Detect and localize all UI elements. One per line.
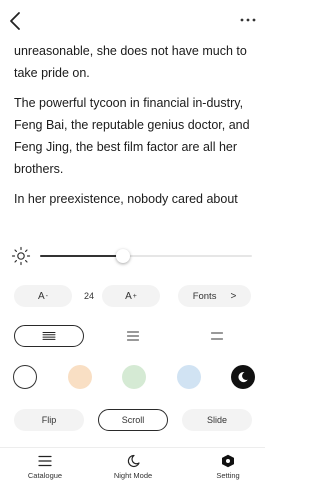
settings-icon [222, 454, 234, 468]
increase-font-label: A [125, 290, 132, 302]
fonts-label: Fonts [192, 290, 217, 302]
line-spacing-normal-button[interactable] [98, 325, 168, 347]
bottom-nav: Catalogue Night Mode Setting [0, 452, 265, 484]
increase-font-mark: + [132, 292, 137, 300]
catalogue-icon [38, 455, 52, 467]
back-icon[interactable] [6, 10, 26, 32]
reading-content: unreasonable, she does not have much to … [14, 40, 254, 218]
reading-paragraph: The powerful tycoon in financial in-dust… [14, 96, 250, 176]
compact-spacing-icon [42, 332, 56, 340]
nav-night-mode-label: Night Mode [113, 471, 153, 480]
nav-setting-label: Setting [216, 471, 240, 480]
page-mode-flip-button[interactable]: Flip [14, 409, 84, 431]
more-options-icon[interactable] [237, 12, 259, 28]
theme-dark-swatch[interactable] [231, 365, 255, 389]
reading-paragraph: In her preexistence, nobody cared about [14, 192, 238, 206]
chevron-right-icon: > [230, 290, 237, 302]
moon-icon [238, 372, 248, 383]
theme-green-swatch[interactable] [122, 365, 146, 389]
normal-spacing-icon [126, 331, 140, 341]
line-spacing-row [0, 325, 265, 349]
brightness-slider-thumb[interactable] [115, 249, 130, 263]
theme-blue-swatch[interactable] [177, 365, 201, 389]
reading-paragraph: unreasonable, she does not have much to … [14, 44, 247, 80]
decrease-font-button[interactable]: A- [14, 285, 72, 307]
theme-white-swatch[interactable] [13, 365, 37, 389]
font-size-row: A- 24 A + Fonts > [0, 285, 265, 309]
font-size-value: 24 [83, 291, 94, 301]
brightness-control [0, 243, 265, 269]
brightness-slider-fill [40, 255, 123, 257]
page-mode-slide-button[interactable]: Slide [182, 409, 252, 431]
page-mode-scroll-button[interactable]: Scroll [98, 409, 168, 431]
decrease-font-label: A [37, 290, 45, 302]
brightness-slider[interactable] [40, 249, 252, 263]
top-bar [0, 0, 265, 40]
line-spacing-compact-button[interactable] [14, 325, 84, 347]
line-spacing-loose-button[interactable] [182, 325, 252, 347]
nav-night-mode[interactable]: Night Mode [100, 452, 166, 484]
theme-color-row [0, 365, 265, 391]
increase-font-button[interactable]: A + [102, 285, 160, 307]
nav-catalogue-label: Catalogue [27, 471, 63, 480]
decrease-font-mark: - [45, 292, 48, 300]
brightness-icon [11, 246, 31, 266]
nav-catalogue[interactable]: Catalogue [12, 452, 78, 484]
nav-setting[interactable]: Setting [195, 452, 261, 484]
fonts-button[interactable]: Fonts > [178, 285, 251, 307]
divider [0, 447, 265, 448]
night-mode-icon [127, 454, 140, 468]
loose-spacing-icon [210, 332, 224, 340]
page-mode-row: Flip Scroll Slide [0, 409, 265, 433]
theme-beige-swatch[interactable] [68, 365, 92, 389]
